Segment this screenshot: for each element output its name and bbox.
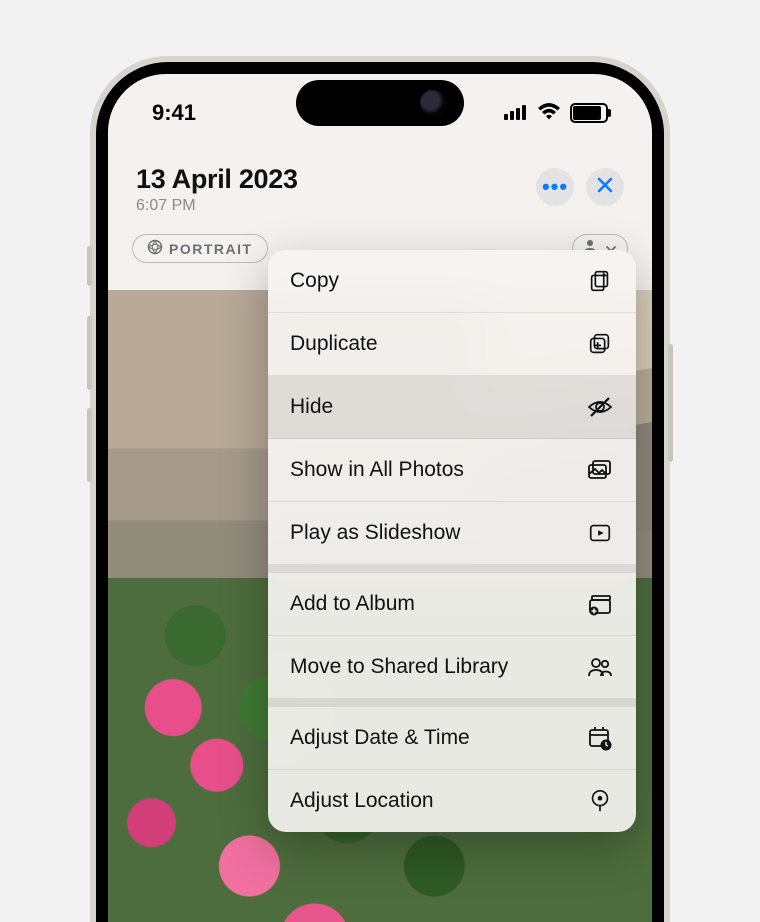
aperture-icon <box>147 239 163 258</box>
battery-icon <box>570 103 608 123</box>
action-button <box>87 246 92 286</box>
menu-item-label: Show in All Photos <box>290 458 464 482</box>
menu-item-adjust-date-time[interactable]: Adjust Date & Time <box>268 707 636 770</box>
menu-item-label: Adjust Date & Time <box>290 726 470 750</box>
menu-item-label: Move to Shared Library <box>290 655 508 679</box>
menu-item-duplicate[interactable]: Duplicate <box>268 313 636 376</box>
menu-item-label: Duplicate <box>290 332 378 356</box>
copy-icon <box>586 267 614 295</box>
hide-icon <box>586 393 614 421</box>
menu-item-add-to-album[interactable]: Add to Album <box>268 573 636 636</box>
portrait-badge-label: PORTRAIT <box>169 241 253 257</box>
menu-item-move-shared-library[interactable]: Move to Shared Library <box>268 636 636 699</box>
location-pin-icon <box>586 787 614 815</box>
menu-item-adjust-location[interactable]: Adjust Location <box>268 770 636 832</box>
more-button[interactable]: ••• <box>536 168 574 206</box>
menu-separator <box>268 565 636 573</box>
volume-up-button <box>87 316 92 390</box>
menu-item-copy[interactable]: Copy <box>268 250 636 313</box>
photo-date: 13 April 2023 <box>136 164 298 195</box>
calendar-clock-icon <box>586 724 614 752</box>
shared-library-icon <box>586 653 614 681</box>
menu-item-label: Copy <box>290 269 339 293</box>
add-album-icon <box>586 590 614 618</box>
close-icon <box>596 176 614 199</box>
menu-item-label: Add to Album <box>290 592 415 616</box>
side-button <box>668 344 673 462</box>
menu-item-show-in-all-photos[interactable]: Show in All Photos <box>268 439 636 502</box>
dynamic-island <box>296 80 464 126</box>
photo-time: 6:07 PM <box>136 197 298 215</box>
photo-header: 13 April 2023 6:07 PM ••• <box>108 158 652 229</box>
duplicate-icon <box>586 330 614 358</box>
context-menu: Copy Duplicate Hide <box>268 250 636 832</box>
menu-item-label: Adjust Location <box>290 789 434 813</box>
play-icon <box>586 519 614 547</box>
menu-item-play-slideshow[interactable]: Play as Slideshow <box>268 502 636 565</box>
portrait-badge[interactable]: PORTRAIT <box>132 234 268 263</box>
cellular-icon <box>504 100 528 126</box>
wifi-icon <box>537 100 561 126</box>
menu-item-label: Play as Slideshow <box>290 521 460 545</box>
menu-separator <box>268 699 636 707</box>
volume-down-button <box>87 408 92 482</box>
menu-item-label: Hide <box>290 395 333 419</box>
menu-item-hide[interactable]: Hide <box>268 376 636 439</box>
gallery-icon <box>586 456 614 484</box>
close-button[interactable] <box>586 168 624 206</box>
iphone-frame: 9:41 13 April 2023 6 <box>90 56 670 922</box>
status-time: 9:41 <box>152 100 196 126</box>
